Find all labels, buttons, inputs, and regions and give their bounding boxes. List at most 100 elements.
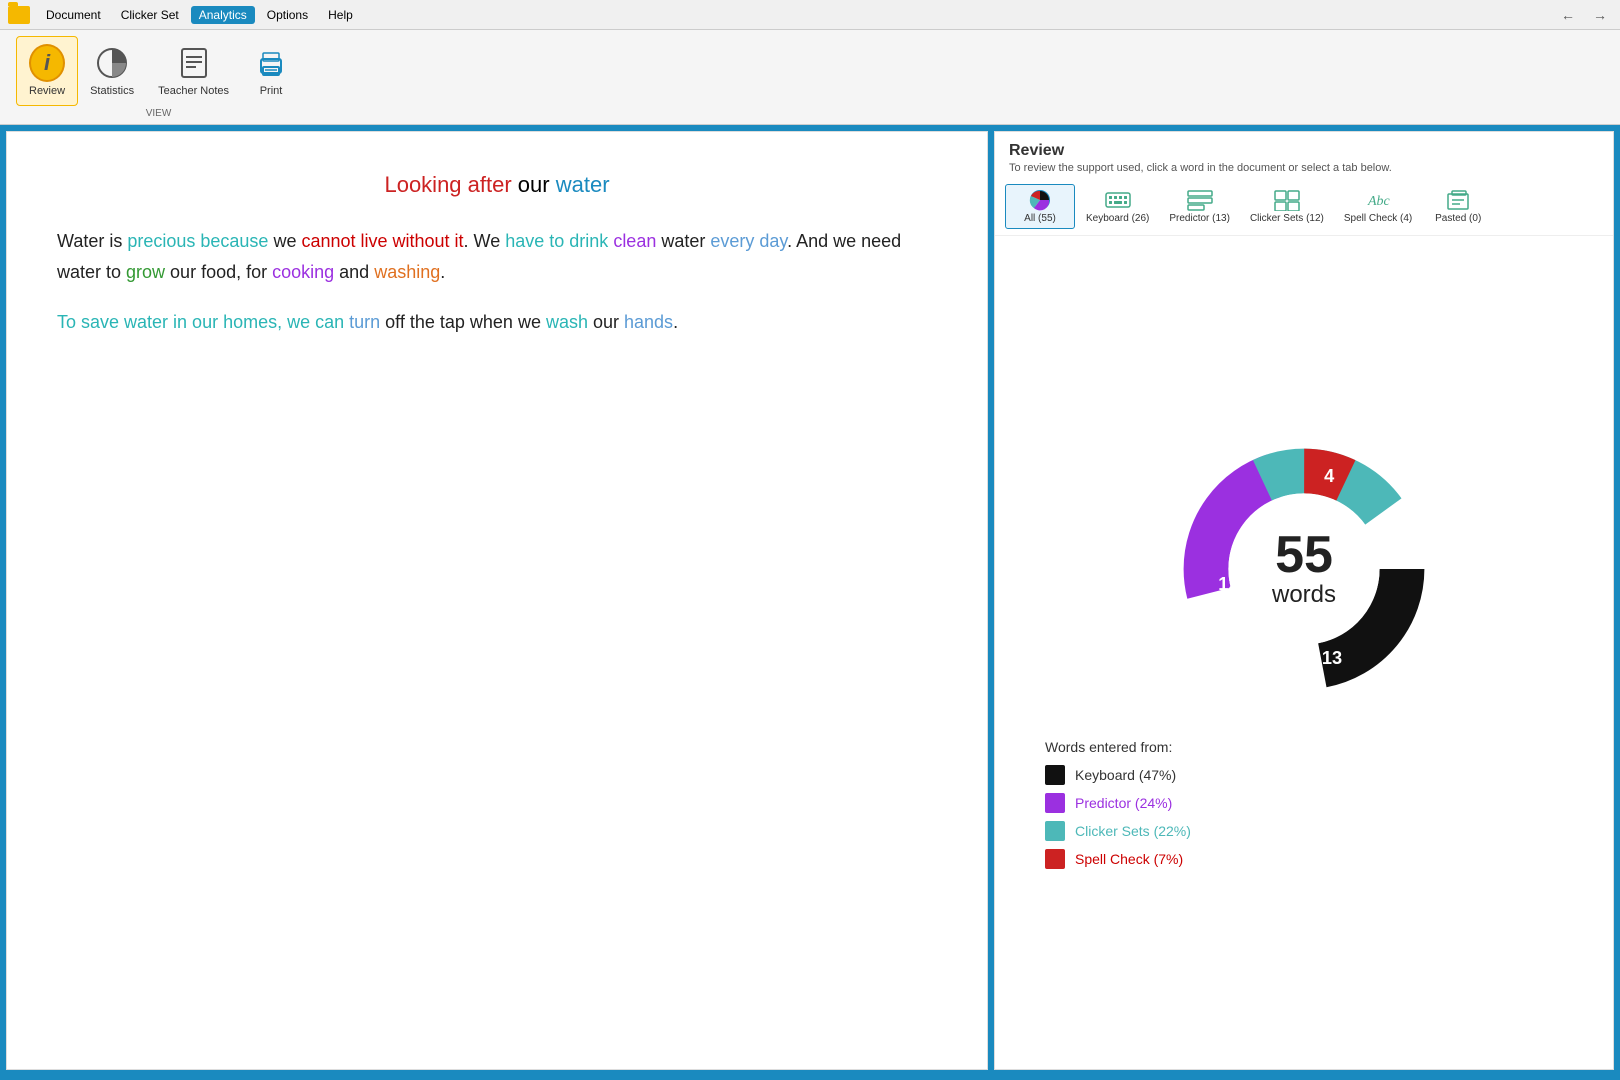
doc-seg: cannot live without it: [301, 231, 463, 251]
title-bar-left: Document Clicker Set Analytics Options H…: [8, 6, 361, 24]
teacher-notes-icon: [176, 45, 212, 81]
doc-seg: cooking: [272, 262, 334, 282]
menu-analytics[interactable]: Analytics: [191, 6, 255, 24]
doc-title-part1: Looking after: [384, 172, 511, 197]
ribbon-btn-teacher-notes-label: Teacher Notes: [158, 85, 229, 97]
review-title: Review: [1009, 142, 1599, 160]
ribbon-btn-review-label: Review: [29, 85, 65, 97]
donut-center: 55 words: [1272, 529, 1336, 609]
menu-items: Document Clicker Set Analytics Options H…: [38, 6, 361, 24]
doc-title-part3: water: [556, 172, 610, 197]
review-subtitle: To review the support used, click a word…: [1009, 162, 1599, 174]
doc-seg: have to drink: [505, 231, 608, 251]
tab-pasted-label: Pasted (0): [1435, 213, 1481, 224]
menu-clicker-set[interactable]: Clicker Set: [113, 6, 187, 24]
legend-swatch-clicker: [1045, 821, 1065, 841]
tab-all[interactable]: All (55): [1005, 184, 1075, 229]
tab-predictor-icon: [1186, 189, 1214, 211]
doc-seg: turn: [349, 312, 380, 332]
legend-text-clicker: Clicker Sets (22%): [1075, 823, 1191, 839]
doc-seg: our food, for: [165, 262, 272, 282]
donut-label: words: [1272, 581, 1336, 609]
folder-icon: [8, 6, 30, 24]
doc-seg: washing: [374, 262, 440, 282]
doc-seg: hands: [624, 312, 673, 332]
doc-seg: water: [656, 231, 710, 251]
tab-clicker-sets-label: Clicker Sets (12): [1250, 213, 1324, 224]
doc-seg: we: [268, 231, 301, 251]
menu-document[interactable]: Document: [38, 6, 109, 24]
legend-item-spell: Spell Check (7%): [1045, 849, 1563, 869]
legend-text-spell: Spell Check (7%): [1075, 851, 1183, 867]
legend-swatch-predictor: [1045, 793, 1065, 813]
title-bar: Document Clicker Set Analytics Options H…: [0, 0, 1620, 30]
tabs-row: All (55) Keyboard (26): [995, 178, 1613, 236]
legend-text-predictor: Predictor (24%): [1075, 795, 1172, 811]
doc-paragraph-1: Water is precious because we cannot live…: [57, 226, 937, 287]
ribbon-btn-statistics[interactable]: Statistics: [78, 36, 146, 106]
seg-label-spellcheck: 4: [1324, 466, 1335, 486]
tab-spell-check-icon: Abc: [1364, 189, 1392, 211]
back-button[interactable]: ←: [1556, 5, 1580, 25]
doc-seg: every day: [710, 231, 787, 251]
menu-help[interactable]: Help: [320, 6, 361, 24]
tab-keyboard-icon: [1104, 189, 1132, 211]
legend-item-keyboard: Keyboard (47%): [1045, 765, 1563, 785]
donut-total: 55: [1272, 529, 1336, 581]
legend-title: Words entered from:: [1045, 739, 1563, 755]
ribbon-btn-print-label: Print: [260, 85, 283, 97]
doc-title: Looking after our water: [57, 172, 937, 198]
donut-chart: 26 13 12 4 55 words: [1164, 429, 1444, 709]
tab-clicker-sets[interactable]: Clicker Sets (12): [1241, 184, 1333, 229]
doc-seg: .: [673, 312, 678, 332]
doc-seg: . We: [464, 231, 506, 251]
review-icon: i: [29, 45, 65, 81]
doc-seg: clean: [613, 231, 656, 251]
doc-body: Water is precious because we cannot live…: [57, 226, 937, 338]
doc-seg: and: [334, 262, 374, 282]
tab-pasted-icon: [1444, 189, 1472, 211]
tab-spell-check-label: Spell Check (4): [1344, 213, 1412, 224]
legend-swatch-keyboard: [1045, 765, 1065, 785]
review-header: Review To review the support used, click…: [995, 132, 1613, 178]
ribbon-btn-review[interactable]: i Review: [16, 36, 78, 106]
svg-text:Abc: Abc: [1367, 194, 1391, 209]
tab-keyboard[interactable]: Keyboard (26): [1077, 184, 1158, 229]
doc-seg: wash: [546, 312, 588, 332]
legend-text-keyboard: Keyboard (47%): [1075, 767, 1176, 783]
statistics-icon: [94, 45, 130, 81]
doc-seg: .: [440, 262, 445, 282]
forward-button[interactable]: →: [1588, 5, 1612, 25]
ribbon-btn-statistics-label: Statistics: [90, 85, 134, 97]
tab-predictor[interactable]: Predictor (13): [1160, 184, 1239, 229]
tab-spell-check[interactable]: Abc Spell Check (4): [1335, 184, 1421, 229]
legend-swatch-spell: [1045, 849, 1065, 869]
doc-title-our: our: [518, 172, 550, 197]
tab-all-label: All (55): [1024, 213, 1056, 224]
seg-label-keyboard: 26: [1367, 527, 1387, 547]
tab-keyboard-label: Keyboard (26): [1086, 213, 1149, 224]
ribbon: i Review Statistics: [0, 30, 1620, 125]
doc-paragraph-2: To save water in our homes, we can turn …: [57, 307, 937, 338]
doc-seg: grow: [126, 262, 165, 282]
title-bar-right: ← →: [1556, 5, 1612, 25]
menu-options[interactable]: Options: [259, 6, 316, 24]
ribbon-view-label: VIEW: [146, 108, 172, 119]
ribbon-btn-teacher-notes[interactable]: Teacher Notes: [146, 36, 241, 106]
chart-area: 26 13 12 4 55 words Words entered from:: [995, 236, 1613, 1069]
doc-seg: off the tap when we: [380, 312, 546, 332]
seg-label-clicker: 12: [1218, 574, 1238, 594]
tab-predictor-label: Predictor (13): [1169, 213, 1230, 224]
seg-label-predictor: 13: [1322, 648, 1342, 668]
doc-seg: To save water in our homes, we can: [57, 312, 349, 332]
ribbon-btns-row: i Review Statistics: [16, 36, 301, 106]
review-icon-circle: i: [29, 44, 65, 82]
doc-seg: Water is: [57, 231, 127, 251]
doc-seg: our: [588, 312, 624, 332]
ribbon-btn-print[interactable]: Print: [241, 36, 301, 106]
legend-item-predictor: Predictor (24%): [1045, 793, 1563, 813]
doc-seg: precious because: [127, 231, 268, 251]
main-area: Looking after our water Water is preciou…: [0, 125, 1620, 1076]
review-panel: Review To review the support used, click…: [994, 131, 1614, 1070]
tab-pasted[interactable]: Pasted (0): [1423, 184, 1493, 229]
